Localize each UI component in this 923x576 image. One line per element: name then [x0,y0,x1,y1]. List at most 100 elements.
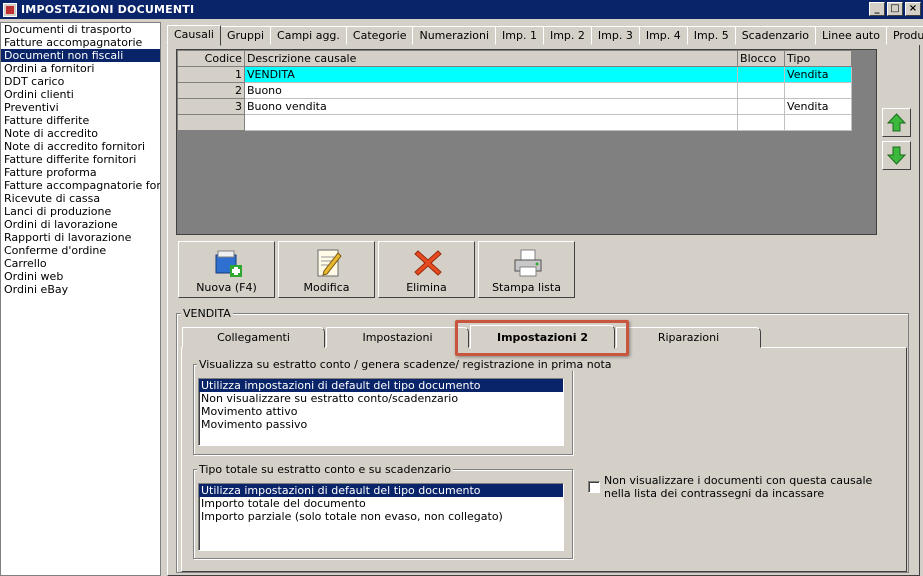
cell-desc[interactable]: VENDITA [243,66,739,83]
tab-causali[interactable]: Causali [167,25,221,46]
printer-icon [514,249,542,277]
list-item[interactable]: Movimento passivo [199,418,563,431]
cell-desc[interactable]: Buono [243,82,739,99]
settings-tabs: Causali Gruppi Campi agg. Categorie Numerazi… [167,25,923,46]
tab-imp-4[interactable]: Imp. 4 [638,26,688,45]
sidebar-item[interactable]: Fatture differite fornitori [1,153,160,166]
minimize-button[interactable]: _ [869,2,885,16]
list-item[interactable]: Importo totale del documento [199,497,563,510]
cell-code[interactable] [177,114,245,131]
delete-button[interactable]: Elimina [378,241,475,298]
cell-block[interactable] [737,114,786,131]
highlight-annotation [455,320,629,356]
tab-linee-auto[interactable]: Linee auto [815,26,887,45]
detail-group-label: VENDITA [181,307,233,320]
cell-type[interactable] [784,114,852,131]
tab-produzione[interactable]: Produzione [885,26,923,45]
print-list-button[interactable]: Stampa lista [478,241,575,298]
column-header-block[interactable]: Blocco [737,50,786,67]
sidebar-item[interactable]: DDT carico [1,75,160,88]
cell-code[interactable]: 1 [177,66,245,83]
list-item[interactable]: Importo parziale (solo totale non evaso,… [199,510,563,523]
cell-block[interactable] [737,66,786,83]
cell-type[interactable] [784,82,852,99]
new-button[interactable]: Nuova (F4) [178,241,275,298]
cell-type[interactable]: Vendita [784,66,852,83]
maximize-button[interactable]: □ [887,2,903,16]
column-header-description[interactable]: Descrizione causale [243,50,739,67]
tab-numerazioni[interactable]: Numerazioni [412,26,497,45]
sidebar-item[interactable]: Rapporti di lavorazione [1,231,160,244]
sidebar-item[interactable]: Carrello [1,257,160,270]
column-header-type[interactable]: Tipo [784,50,852,67]
sidebar-item[interactable]: Lanci di produzione [1,205,160,218]
table-row[interactable]: 3 Buono vendita Vendita [177,98,852,115]
tab-impostazioni[interactable]: Impostazioni [326,327,469,348]
document-type-list[interactable]: Documenti di trasporto Fatture accompagna… [0,22,161,576]
cell-desc[interactable] [243,114,739,131]
window-title: IMPOSTAZIONI DOCUMENTI [21,3,195,16]
tab-riparazioni[interactable]: Riparazioni [616,327,761,348]
tipo-totale-listbox[interactable]: Utilizza impostazioni di default del tip… [198,483,564,551]
tab-categorie[interactable]: Categorie [345,26,414,45]
sidebar-item[interactable]: Note di accredito [1,127,160,140]
table-row[interactable]: 2 Buono [177,82,852,99]
sidebar-item[interactable]: Documenti di trasporto [1,23,160,36]
list-item[interactable]: Non visualizzare su estratto conto/scade… [199,392,563,405]
section-estratto-conto-label: Visualizza su estratto conto / genera sc… [197,358,614,371]
cell-block[interactable] [737,98,786,115]
tab-campi-agg[interactable]: Campi agg. [270,26,347,45]
edit-icon [317,249,342,277]
sidebar-item[interactable]: Ordini di lavorazione [1,218,160,231]
sidebar-item[interactable]: Fatture accompagnatorie fornito [1,179,160,192]
edit-button-label: Modifica [303,281,350,294]
sidebar-item[interactable]: Fatture accompagnatorie [1,36,160,49]
cell-code[interactable]: 3 [177,98,245,115]
sidebar-item[interactable]: Ordini clienti [1,88,160,101]
sidebar-item[interactable]: Conferme d'ordine [1,244,160,257]
hide-contrassegni-checkbox[interactable] [588,481,600,493]
tab-imp-1[interactable]: Imp. 1 [495,26,544,45]
hide-contrassegni-label: Non visualizzare i documenti con questa … [604,474,873,500]
list-item[interactable]: Utilizza impostazioni di default del tip… [199,379,563,392]
sidebar-item[interactable]: Note di accredito fornitori [1,140,160,153]
section-tipo-totale-label: Tipo totale su estratto conto e su scade… [197,463,454,476]
list-item[interactable]: Movimento attivo [199,405,563,418]
estratto-conto-listbox[interactable]: Utilizza impostazioni di default del tip… [198,378,564,446]
new-document-icon [215,250,242,277]
tab-scadenzario[interactable]: Scadenzario [734,26,817,45]
app-icon [3,2,17,17]
column-header-code[interactable]: Codice [177,50,245,67]
list-item[interactable]: Utilizza impostazioni di default del tip… [199,484,563,497]
sidebar-item[interactable]: Fatture differite [1,114,160,127]
edit-button[interactable]: Modifica [278,241,375,298]
close-button[interactable]: × [905,2,921,16]
table-row[interactable] [177,114,852,131]
sidebar-item[interactable]: Ricevute di cassa [1,192,160,205]
tab-imp-3[interactable]: Imp. 3 [590,26,640,45]
delete-icon [414,250,442,276]
tab-imp-5[interactable]: Imp. 5 [686,26,736,45]
cell-type[interactable]: Vendita [784,98,852,115]
sidebar-item[interactable]: Preventivi [1,101,160,114]
table-row[interactable]: 1 VENDITA Vendita [177,66,852,83]
tab-collegamenti[interactable]: Collegamenti [182,327,325,348]
move-down-button[interactable] [882,141,911,170]
causali-grid[interactable]: Codice Descrizione causale Blocco Tipo 1… [176,49,877,235]
tab-imp-2[interactable]: Imp. 2 [542,26,592,45]
sidebar-item[interactable]: Ordini a fornitori [1,62,160,75]
arrow-down-icon [886,146,907,165]
cell-desc[interactable]: Buono vendita [243,98,739,115]
new-button-label: Nuova (F4) [196,281,257,294]
sidebar-item[interactable]: Fatture proforma [1,166,160,179]
sidebar-item[interactable]: Documenti non fiscali [1,49,160,62]
delete-button-label: Elimina [406,281,447,294]
tab-gruppi[interactable]: Gruppi [219,26,272,45]
move-up-button[interactable] [882,108,911,137]
sidebar-item[interactable]: Ordini web [1,270,160,283]
arrow-up-icon [886,113,907,132]
cell-block[interactable] [737,82,786,99]
sidebar-item[interactable]: Ordini eBay [1,283,160,296]
cell-code[interactable]: 2 [177,82,245,99]
print-list-button-label: Stampa lista [492,281,561,294]
